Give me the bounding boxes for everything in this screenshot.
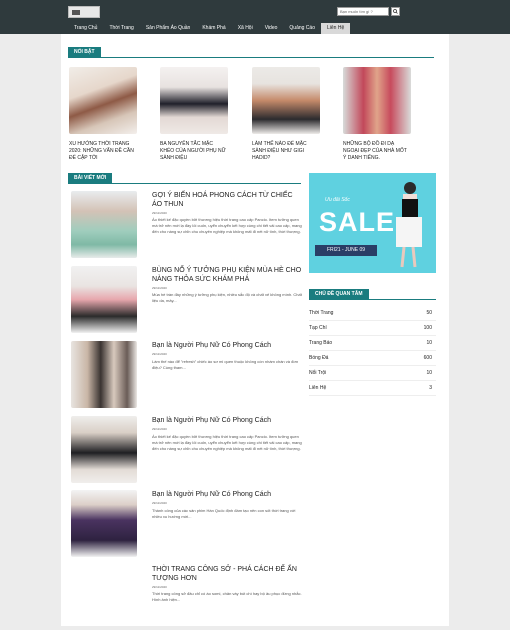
featured-caption[interactable]: BA NGUYÊN TẮC MẶC KHÉO CỦA NGƯỜI PHỤ NỮ …: [160, 141, 228, 162]
topic-item[interactable]: Liên Hệ 3: [309, 381, 436, 396]
post-date: 29/11/2020: [152, 211, 167, 215]
post-thumbnail[interactable]: [71, 416, 137, 483]
featured-image[interactable]: [252, 67, 320, 134]
topic-count: 600: [423, 355, 432, 361]
nav-item-explore[interactable]: Khám Phá: [196, 23, 231, 34]
topic-name[interactable]: Nổi Trội: [309, 370, 326, 376]
topic-item[interactable]: Nổi Trội 10: [309, 366, 436, 381]
topics-heading: CHỦ ĐỀ QUAN TÂM: [309, 289, 369, 299]
featured-image[interactable]: [69, 67, 137, 134]
post-thumbnail[interactable]: [71, 565, 137, 625]
topic-count: 10: [426, 370, 432, 376]
featured-heading: NỔI BẬT: [68, 47, 101, 57]
featured-header: NỔI BẬT: [68, 47, 434, 58]
post-excerpt: Áo thiết kế đặc quyền bởi thương hiệu th…: [152, 217, 302, 234]
post-title[interactable]: THỜI TRANG CÔNG SỞ - PHÁ CÁCH ĐỂ ẤN TƯỢN…: [152, 565, 302, 583]
featured-caption[interactable]: LÀM THẾ NÀO ĐỂ MẶC SÀNH ĐIỆU NHƯ GIGI HA…: [252, 141, 320, 162]
nav-item-fashion[interactable]: Thời Trang: [103, 23, 139, 34]
nav-item-social[interactable]: Xã Hội: [232, 23, 259, 34]
nav-item-video[interactable]: Video: [259, 23, 284, 34]
post-title[interactable]: BÙNG NỔ Ý TƯỞNG PHỤ KIỆN MÙA HÈ CHO NÀNG…: [152, 266, 302, 284]
topic-name[interactable]: Bóng Đá: [309, 355, 328, 361]
site-logo[interactable]: [68, 6, 100, 18]
page-content: NỔI BẬT XU HƯỚNG THỜI TRANG 2020: NHỮNG …: [61, 34, 449, 626]
post-excerpt: Thời trang công sở đâu chỉ có áo somi, c…: [152, 591, 302, 602]
post-title[interactable]: Bạn là Người Phụ Nữ Có Phong Cách: [152, 341, 302, 350]
post-title[interactable]: Bạn là Người Phụ Nữ Có Phong Cách: [152, 490, 302, 499]
post-date: 29/11/2020: [152, 585, 167, 589]
main-nav: Trang Chủ Thời Trang Sản Phẩm Áo Quần Kh…: [0, 22, 510, 34]
post-title[interactable]: GỢI Ý BIẾN HOÁ PHONG CÁCH TỪ CHIẾC ÁO TH…: [152, 191, 302, 209]
featured-image[interactable]: [343, 67, 411, 134]
topic-item[interactable]: Trang Báo 10: [309, 336, 436, 351]
search-button[interactable]: [391, 7, 400, 16]
topics-list: Thời Trang 50 Tạp Chí 100 Trang Báo 10 Bóng…: [309, 306, 436, 396]
post-excerpt: Mùa hè tràn đầy những ý tưởng phụ kiện, …: [152, 292, 302, 303]
featured-item[interactable]: XU HƯỚNG THỜI TRANG 2020: NHỮNG VẤN ĐỀ C…: [69, 67, 137, 162]
topic-name[interactable]: Trang Báo: [309, 340, 332, 346]
post-excerpt: Thành công của các sản phim Hàn Quốc địn…: [152, 508, 296, 519]
post-date: 29/11/2020: [152, 501, 167, 505]
latest-header: BÀI VIẾT MỚI: [68, 173, 301, 184]
topic-item[interactable]: Tạp Chí 100: [309, 321, 436, 336]
model-illustration: [396, 182, 422, 268]
post-thumbnail[interactable]: [71, 341, 137, 408]
search-icon: [393, 9, 398, 14]
topic-name[interactable]: Tạp Chí: [309, 325, 327, 331]
banner-dates: FRI21 - JUNE 09: [315, 245, 377, 256]
nav-item-ads[interactable]: Quảng Cáo: [283, 23, 321, 34]
post-date: 29/11/2020: [152, 286, 167, 290]
post-date: 29/11/2020: [152, 352, 167, 356]
site-header: Bạn muốn tìm gì ?: [0, 0, 510, 22]
featured-item[interactable]: BA NGUYÊN TẮC MẶC KHÉO CỦA NGƯỜI PHỤ NỮ …: [160, 67, 228, 162]
topic-name[interactable]: Liên Hệ: [309, 385, 326, 391]
topic-count: 100: [423, 325, 432, 331]
nav-item-home[interactable]: Trang Chủ: [68, 23, 103, 34]
sale-banner[interactable]: Ưu đãi Sốc SALE FRI21 - JUNE 09: [309, 173, 436, 273]
topics-header: CHỦ ĐỀ QUAN TÂM: [309, 289, 436, 300]
nav-item-products[interactable]: Sản Phẩm Áo Quần: [140, 23, 196, 34]
featured-caption[interactable]: XU HƯỚNG THỜI TRANG 2020: NHỮNG VẤN ĐỀ C…: [69, 141, 137, 162]
featured-item[interactable]: NHỮNG BỘ ĐỒ ĐI DẠ NGOẠI ĐẸP CỦA NHÀ MỐT …: [343, 67, 411, 162]
banner-sale-text: SALE: [319, 207, 396, 237]
post-title[interactable]: Bạn là Người Phụ Nữ Có Phong Cách: [152, 416, 302, 425]
post-thumbnail[interactable]: [71, 191, 137, 258]
post-thumbnail[interactable]: [71, 490, 137, 557]
topic-count: 10: [426, 340, 432, 346]
topic-count: 3: [429, 385, 432, 391]
topic-count: 50: [426, 310, 432, 316]
banner-script-text: Ưu đãi Sốc: [325, 197, 350, 203]
search-input[interactable]: Bạn muốn tìm gì ?: [337, 7, 389, 16]
topic-item[interactable]: Thời Trang 50: [309, 306, 436, 321]
post-excerpt: Làm thế nào để "refresh" chiếc áo sơ mi …: [152, 359, 299, 370]
post-excerpt: Áo thiết kế đặc quyền bởi thương hiệu th…: [152, 434, 302, 451]
nav-item-contact[interactable]: Liên Hệ: [320, 23, 351, 34]
latest-heading: BÀI VIẾT MỚI: [68, 173, 113, 183]
post-thumbnail[interactable]: [71, 266, 137, 333]
featured-caption[interactable]: NHỮNG BỘ ĐỒ ĐI DẠ NGOẠI ĐẸP CỦA NHÀ MỐT …: [343, 141, 411, 162]
topic-name[interactable]: Thời Trang: [309, 310, 333, 316]
post-date: 29/11/2020: [152, 427, 167, 431]
topic-item[interactable]: Bóng Đá 600: [309, 351, 436, 366]
featured-item[interactable]: LÀM THẾ NÀO ĐỂ MẶC SÀNH ĐIỆU NHƯ GIGI HA…: [252, 67, 320, 162]
featured-image[interactable]: [160, 67, 228, 134]
